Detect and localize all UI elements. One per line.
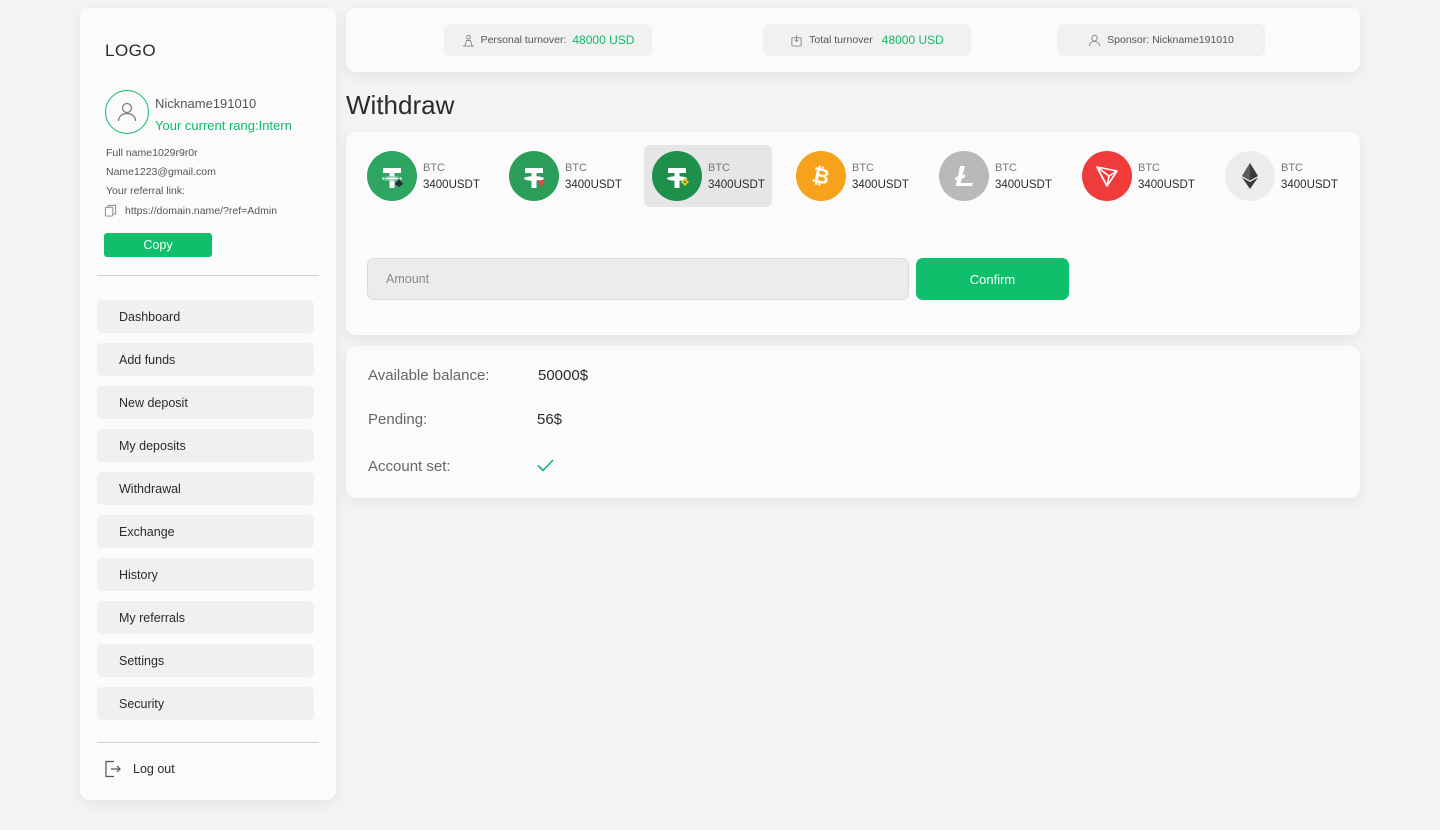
avatar[interactable]: [105, 90, 149, 134]
profile-nickname: Nickname191010: [155, 96, 257, 111]
litecoin-icon: [939, 151, 989, 201]
logout-icon: [105, 760, 121, 778]
check-icon: [537, 459, 554, 472]
ethereum-icon: [1225, 151, 1275, 201]
sidebar-item-security[interactable]: Security: [97, 687, 314, 720]
sidebar-item-new-deposit[interactable]: New deposit: [97, 386, 314, 419]
sidebar-item-dashboard[interactable]: Dashboard: [97, 300, 314, 333]
tether-trc20-icon: [509, 151, 559, 201]
referral-label: Your referral link:: [106, 185, 185, 197]
coin-name: BTC: [565, 161, 587, 174]
personal-turnover-icon: [462, 34, 474, 47]
sponsor-icon: [1089, 34, 1101, 46]
coin-option-tether-trc20[interactable]: BTC 3400USDT: [501, 145, 630, 207]
coin-amount: 3400USDT: [1138, 178, 1195, 191]
coin-name: BTC: [708, 161, 730, 174]
coin-name: BTC: [852, 161, 874, 174]
total-turnover-label: Total turnover: [809, 34, 873, 46]
pending-label: Pending:: [368, 411, 428, 428]
sponsor-label: Sponsor: Nickname191010: [1107, 34, 1234, 46]
sidebar-nav: Dashboard Add funds New deposit My depos…: [97, 300, 314, 730]
coin-amount: 3400USDT: [995, 178, 1052, 191]
pending-value: 56$: [537, 411, 563, 428]
referral-link[interactable]: https://domain.name/?ref=Admin: [125, 205, 277, 217]
copy-button[interactable]: Copy: [104, 233, 212, 257]
coin-name: BTC: [1138, 161, 1160, 174]
available-balance-value: 50000$: [538, 367, 589, 384]
divider: [97, 275, 319, 276]
profile-rang: Your current rang:Intern: [155, 118, 292, 133]
balance-panel: Available balance: 50000$ Pending: 56$ A…: [346, 346, 1360, 498]
coin-option-ethereum[interactable]: BTC 3400USDT: [1217, 145, 1346, 207]
coin-amount: 3400USDT: [1281, 178, 1338, 191]
sidebar-item-my-referrals[interactable]: My referrals: [97, 601, 314, 634]
coin-option-tether-bep20[interactable]: BTC 3400USDT: [644, 145, 772, 207]
sponsor: Sponsor: Nickname191010: [1057, 24, 1265, 56]
logout-button[interactable]: Log out: [104, 760, 175, 778]
personal-turnover: Personal turnover: 48000 USD: [444, 24, 652, 56]
confirm-button[interactable]: Confirm: [916, 258, 1069, 300]
stats-bar: Personal turnover: 48000 USD Total turno…: [346, 8, 1360, 72]
referral-link-row: https://domain.name/?ref=Admin: [104, 204, 277, 217]
coin-amount: 3400USDT: [423, 178, 480, 191]
logo[interactable]: LOGO: [105, 41, 156, 61]
sidebar-item-my-deposits[interactable]: My deposits: [97, 429, 314, 462]
available-balance-label: Available balance:: [368, 367, 490, 384]
personal-turnover-label: Personal turnover:: [480, 34, 567, 46]
coin-option-tether-erc20[interactable]: BTC 3400USDT: [359, 145, 488, 207]
withdraw-panel: BTC 3400USDT BTC 3400USDT BTC 3400USDT ₿…: [346, 132, 1360, 335]
coin-name: BTC: [1281, 161, 1303, 174]
tether-bep20-icon: [652, 151, 702, 201]
profile-full-name: Full name1029r9r0r: [106, 147, 198, 159]
tether-erc20-icon: [367, 151, 417, 201]
total-turnover-value: 48000 USD: [881, 33, 944, 47]
logout-label: Log out: [133, 762, 175, 776]
page-title: Withdraw: [346, 90, 455, 120]
personal-turnover-value: 48000 USD: [572, 33, 635, 47]
sidebar-item-history[interactable]: History: [97, 558, 314, 591]
total-turnover-icon: [791, 34, 802, 47]
coin-option-tron[interactable]: BTC 3400USDT: [1074, 145, 1203, 207]
account-set-label: Account set:: [368, 458, 451, 475]
coin-amount: 3400USDT: [565, 178, 622, 191]
sidebar-item-add-funds[interactable]: Add funds: [97, 343, 314, 376]
bitcoin-icon: ₿: [796, 151, 846, 201]
coin-name: BTC: [423, 161, 445, 174]
svg-text:₿: ₿: [810, 162, 832, 189]
sidebar-item-settings[interactable]: Settings: [97, 644, 314, 677]
amount-input[interactable]: [367, 258, 909, 300]
total-turnover: Total turnover 48000 USD: [763, 24, 971, 56]
profile-email: Name1223@gmail.com: [106, 166, 216, 178]
coin-amount: 3400USDT: [708, 178, 765, 191]
coin-option-litecoin[interactable]: BTC 3400USDT: [931, 145, 1060, 207]
tron-icon: [1082, 151, 1132, 201]
sidebar: LOGO Nickname191010 Your current rang:In…: [80, 8, 336, 800]
coin-option-bitcoin[interactable]: ₿ BTC 3400USDT: [788, 145, 917, 207]
divider: [97, 742, 319, 743]
sidebar-item-exchange[interactable]: Exchange: [97, 515, 314, 548]
coin-amount: 3400USDT: [852, 178, 909, 191]
sidebar-item-withdrawal[interactable]: Withdrawal: [97, 472, 314, 505]
copy-icon[interactable]: [104, 204, 117, 217]
user-icon: [117, 102, 137, 122]
coin-name: BTC: [995, 161, 1017, 174]
